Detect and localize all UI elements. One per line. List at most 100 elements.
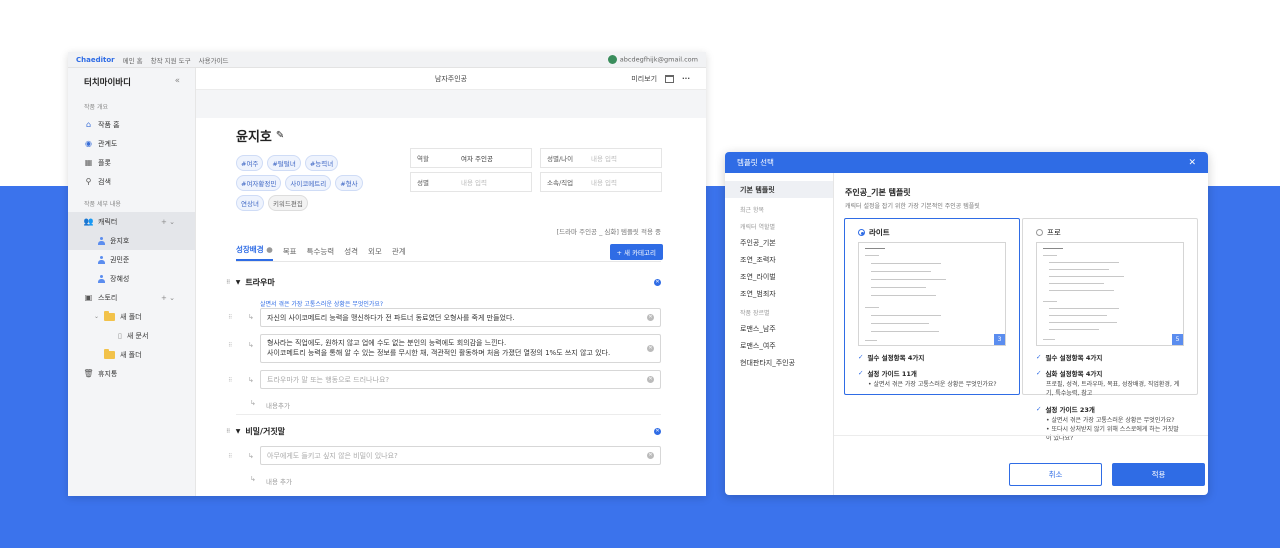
sidebar-folder-1[interactable]: ⌄ 새 폴더 (68, 307, 195, 326)
template-role-2[interactable]: 조연_조력자 (725, 251, 833, 268)
sidebar-item-relations[interactable]: ◉ 관계도 (68, 134, 195, 153)
add-expand-icon[interactable]: + ⌄ (161, 294, 175, 302)
sidebar: 터치마이바디 « 작품 개요 ⌂ 작품 홈 ◉ 관계도 ▦ 플롯 ⚲ 검색 작품 세부 내… (68, 68, 196, 496)
template-role-1[interactable]: 주인공_기본 (725, 234, 833, 251)
caret-down-icon[interactable]: ▼ (236, 279, 241, 286)
option-pro-card[interactable]: 프로 5 ✓ 필수 설정항목 4가지 ✓ 심화 설정항목 4가지 프로필, 성격, … (1022, 218, 1198, 442)
answer-input[interactable]: 아무에게도 들키고 싶지 않은 비밀이 있나요? ✕ (260, 446, 661, 465)
radio-unselected-icon[interactable] (1036, 229, 1043, 236)
editor-window: Chaeditor 메인 홈 창작 지원 도구 사용가이드 abcdegfhij… (68, 52, 706, 496)
nav-main-home[interactable]: 메인 홈 (123, 55, 143, 65)
sidebar-item-character-1[interactable]: 윤지호 (68, 231, 195, 250)
role-group-label: 캐릭터 역할별 (740, 224, 776, 231)
tab-personality[interactable]: 성격 (344, 246, 358, 261)
sidebar-item-home[interactable]: ⌂ 작품 홈 (68, 115, 195, 134)
preview-button[interactable]: 미리보기 (631, 74, 657, 84)
edit-keywords-button[interactable]: 키워드편집 (267, 195, 308, 211)
option-lite-card[interactable]: 라이트 3 ✓ 필수 설정항목 4가지 ✓ 설정 가이드 11개 • 살면서 겪은 … (844, 218, 1020, 395)
drag-handle-icon[interactable]: ⠿ (226, 428, 231, 435)
apply-button[interactable]: 적용 (1112, 463, 1205, 486)
sidebar-folder-2[interactable]: 새 폴더 (68, 345, 195, 364)
person-icon (98, 255, 105, 264)
check-icon: ✓ (858, 353, 864, 361)
reply-arrow-icon: ↳ (248, 452, 254, 460)
sidebar-item-trash[interactable]: 🗑 휴지통 (68, 364, 195, 383)
clear-icon[interactable]: ✕ (647, 452, 654, 459)
tag[interactable]: #여자황정민 (236, 175, 282, 191)
sidebar-item-character-3[interactable]: 장혜성 (68, 269, 195, 288)
field-gender-age[interactable]: 성별/나이 내용 입력 (540, 148, 662, 168)
field-role[interactable]: 역할 여자 주인공 (410, 148, 532, 168)
layout-icon[interactable] (665, 75, 675, 83)
tag[interactable]: #능력녀 (304, 155, 339, 171)
answer-field[interactable]: 자신의 사이코메트리 능력을 맹신하다가 전 파트너 동료였던 오형사를 죽게 … (260, 308, 661, 327)
person-icon (98, 236, 105, 245)
tag[interactable]: 사이코메트리 (285, 175, 332, 191)
answer-input[interactable]: 트라우마가 말 또는 행동으로 드러나나요? ✕ (260, 370, 661, 389)
sidebar-item-plot[interactable]: ▦ 플롯 (68, 153, 195, 172)
template-genre-3[interactable]: 현대판타지_주인공 (725, 354, 833, 371)
more-menu-icon[interactable]: ··· (682, 75, 690, 83)
template-role-3[interactable]: 조연_라이벌 (725, 268, 833, 285)
option-name: 프로 (1047, 228, 1061, 237)
caret-down-icon[interactable]: ▼ (236, 428, 241, 435)
sidebar-doc-1[interactable]: ▯ 새 문서 (68, 326, 195, 345)
tab-growth[interactable]: 성장배경 ● (236, 244, 273, 261)
answer-placeholder: 아무에게도 들키고 싶지 않은 비밀이 있나요? (267, 451, 398, 460)
drag-handle-icon[interactable]: ⠿ (228, 377, 232, 384)
field-gender[interactable]: 성별 내용 입력 (410, 172, 532, 192)
add-category-button[interactable]: + 새 카테고리 (609, 244, 663, 260)
tag[interactable]: #여주 (236, 155, 264, 171)
edit-pencil-icon[interactable]: ✎ (276, 130, 284, 141)
sidebar-item-search[interactable]: ⚲ 검색 (68, 172, 195, 191)
drag-handle-icon[interactable]: ⠿ (228, 342, 232, 349)
section-trauma[interactable]: ⠿ ▼ 트라우마 ✕ (226, 277, 661, 288)
story-icon: ▣ (84, 293, 93, 302)
answer-placeholder: 트라우마가 말 또는 행동으로 드러나나요? (267, 375, 390, 384)
sidebar-item-story[interactable]: ▣ 스토리 + ⌄ (68, 288, 195, 307)
check-icon: ✓ (1036, 369, 1042, 377)
template-detail: 주인공_기본 템플릿 캐릭터 설정을 잡기 위한 가장 기본적인 주인공 템플릿… (834, 173, 1208, 495)
template-role-4[interactable]: 조연_범죄자 (725, 285, 833, 302)
tag[interactable]: 연상녀 (236, 195, 264, 211)
radio-selected-icon[interactable] (858, 229, 865, 236)
drag-handle-icon[interactable]: ⠿ (226, 279, 231, 286)
drag-handle-icon[interactable]: ⠿ (228, 453, 232, 460)
sidebar-item-characters[interactable]: 👥 캐릭터 + ⌄ (68, 212, 195, 231)
add-expand-icon[interactable]: + ⌄ (161, 218, 175, 226)
clear-icon[interactable]: ✕ (647, 376, 654, 383)
section-title: 비밀/거짓말 (245, 427, 286, 436)
sidebar-item-character-2[interactable]: 권민준 (68, 250, 195, 269)
clear-icon[interactable]: ✕ (647, 345, 654, 352)
sidebar-item-label: 작품 홈 (98, 120, 120, 129)
add-content-button[interactable]: 내용추가 (266, 400, 290, 410)
section-remove-icon[interactable]: ✕ (654, 428, 661, 435)
tab-appearance[interactable]: 외모 (368, 246, 382, 261)
field-affiliation[interactable]: 소속/직업 내용 입력 (540, 172, 662, 192)
feature-text: 심화 설정항목 4가지 (1045, 370, 1103, 378)
sidebar-item-label: 윤지호 (110, 236, 130, 245)
sidebar-item-label: 새 폴더 (120, 312, 142, 321)
close-icon[interactable]: ✕ (1188, 158, 1196, 168)
collapse-sidebar-icon[interactable]: « (175, 76, 180, 88)
section-remove-icon[interactable]: ✕ (654, 279, 661, 286)
tab-goal[interactable]: 목표 (283, 246, 297, 261)
clear-icon[interactable]: ✕ (647, 314, 654, 321)
drag-handle-icon[interactable]: ⠿ (228, 314, 232, 321)
brand-logo[interactable]: Chaeditor (76, 56, 115, 64)
nav-tools[interactable]: 창작 지원 도구 (151, 55, 191, 65)
template-genre-2[interactable]: 로맨스_여주 (725, 337, 833, 354)
tab-relation[interactable]: 관계 (392, 246, 406, 261)
add-content-button[interactable]: 내용 추가 (266, 476, 292, 486)
answer-field[interactable]: 형사라는 직업에도, 원하지 않고 업에 수도 없는 분인의 능력에도 회의감을… (260, 334, 661, 363)
template-basic[interactable]: 기본 템플릿 (725, 181, 833, 198)
cancel-button[interactable]: 취소 (1009, 463, 1102, 486)
nav-guide[interactable]: 사용가이드 (199, 55, 229, 65)
template-genre-1[interactable]: 로맨스_남주 (725, 320, 833, 337)
header-strip (196, 90, 706, 118)
account-menu[interactable]: abcdegfhijk@gmail.com (607, 55, 698, 64)
tab-ability[interactable]: 특수능력 (307, 246, 335, 261)
section-secret[interactable]: ⠿ ▼ 비밀/거짓말 ✕ (226, 426, 661, 437)
tag[interactable]: #형사 (335, 175, 363, 191)
tag[interactable]: #털털녀 (267, 155, 301, 171)
